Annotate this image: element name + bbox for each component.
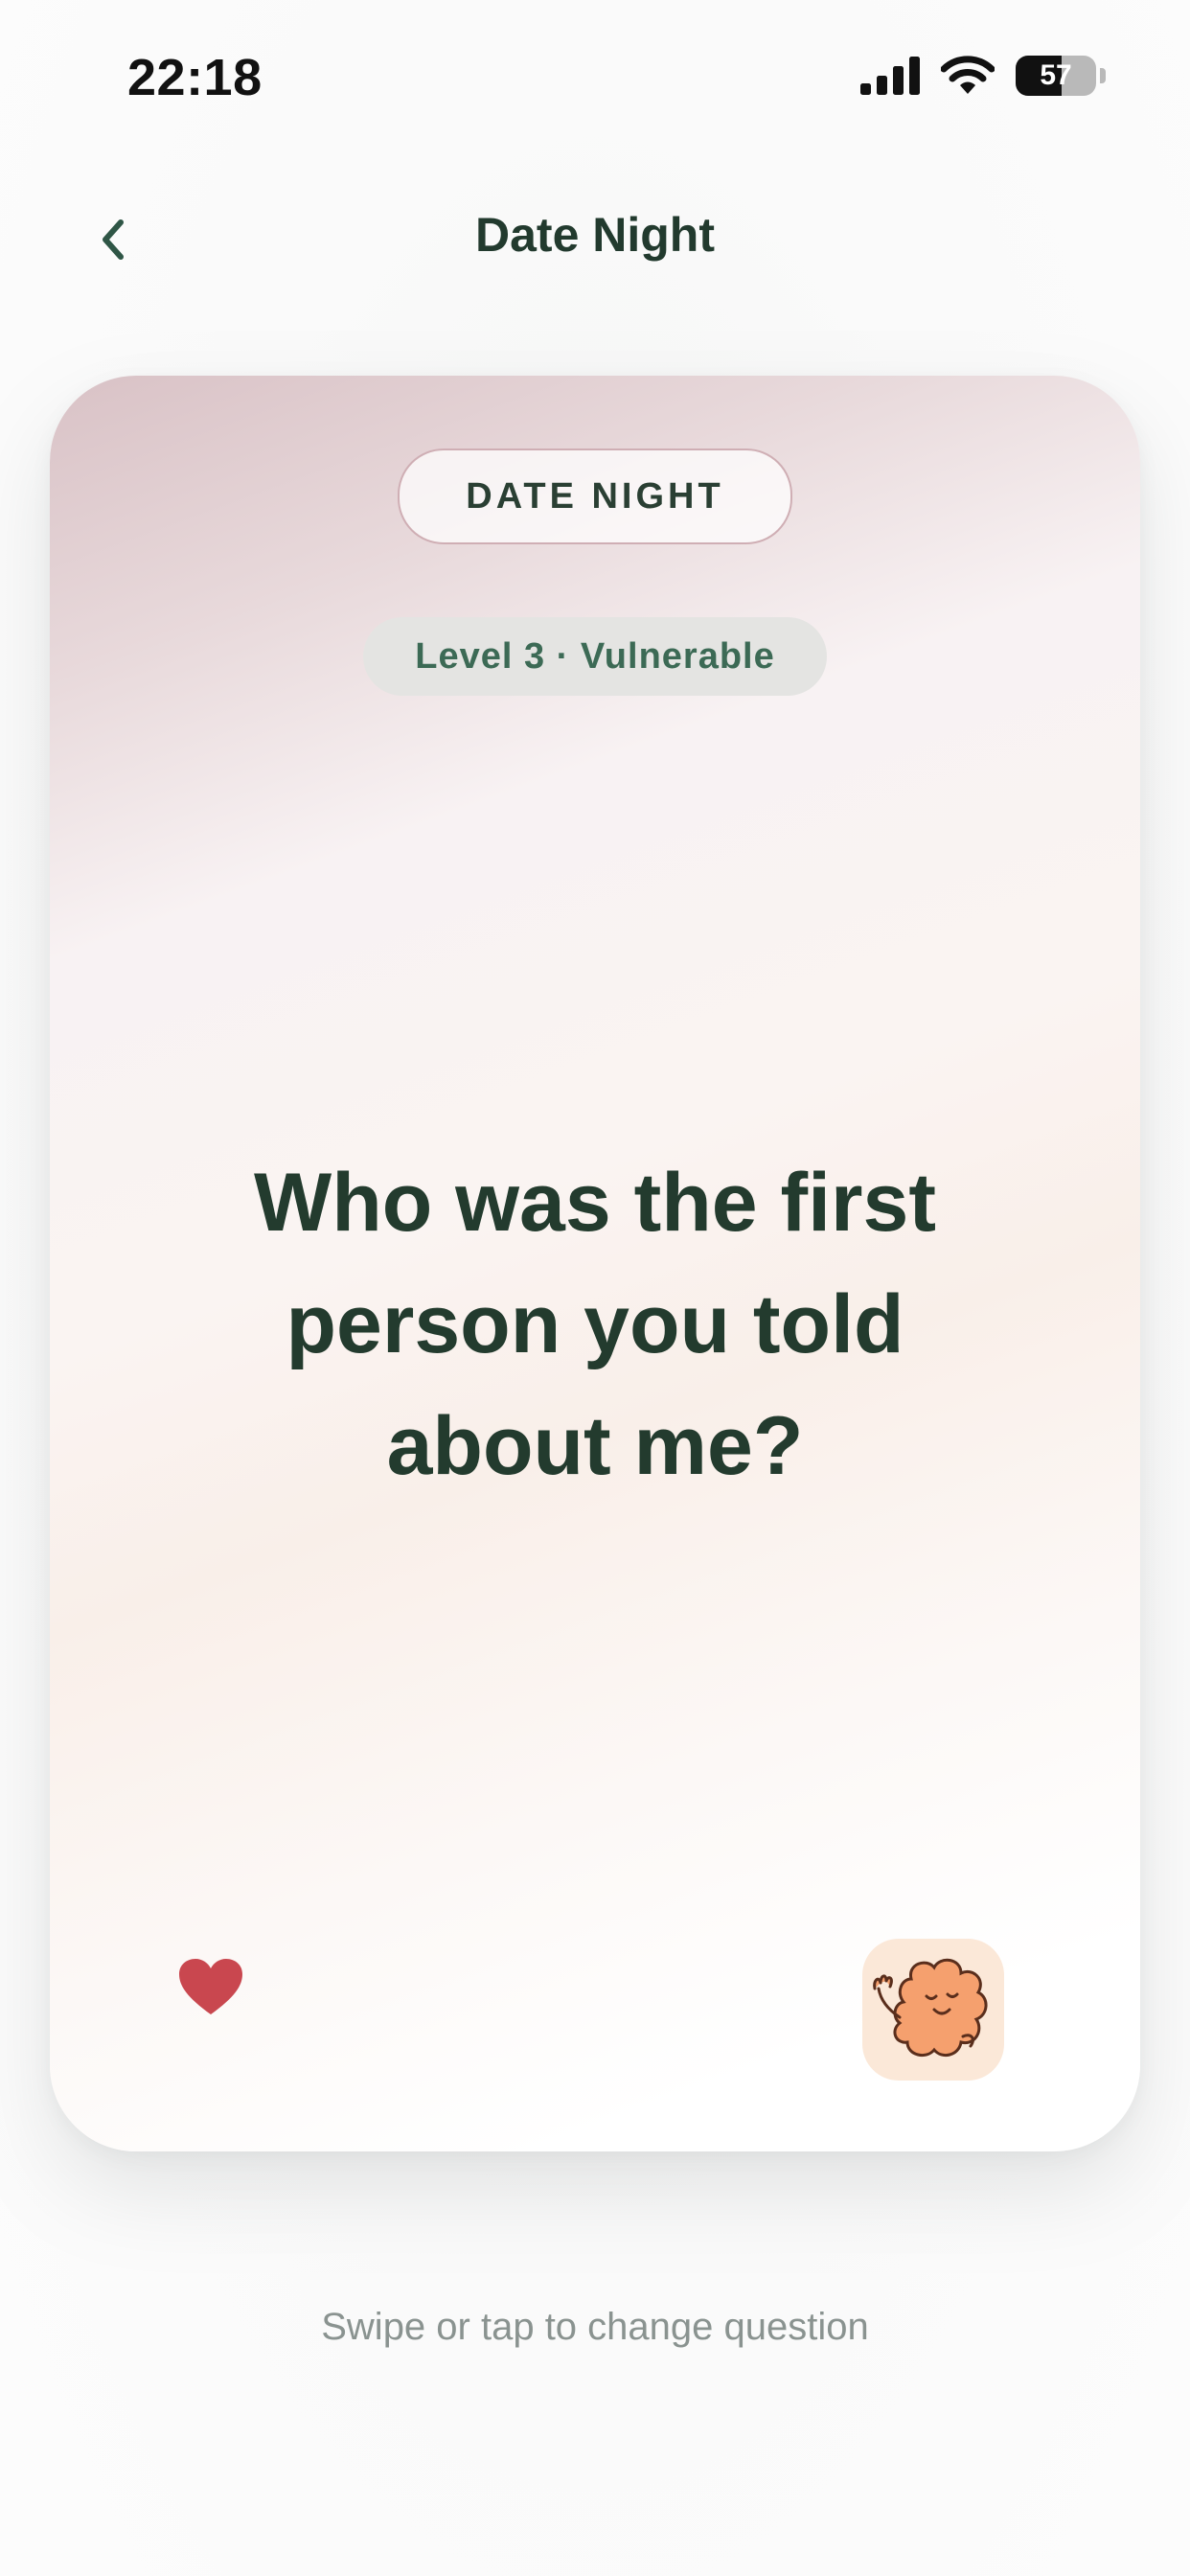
battery-icon: 57: [1016, 56, 1096, 96]
battery-tip: [1100, 68, 1106, 83]
swipe-hint: Swipe or tap to change question: [321, 2306, 869, 2348]
level-badge: Level 3 · Vulnerable: [363, 617, 827, 696]
wifi-icon: [941, 56, 995, 94]
cellular-signal-icon: [860, 57, 920, 95]
question-card[interactable]: DATE NIGHT Level 3 · Vulnerable Who was …: [50, 376, 1140, 2151]
question-text: Who was the first person you told about …: [254, 1157, 936, 1492]
status-time: 22:18: [127, 49, 263, 106]
mascot-avatar[interactable]: [862, 1939, 1004, 2081]
battery-level: 57: [1040, 59, 1072, 91]
mascot-icon: [873, 1958, 988, 2058]
status-icons: 57: [860, 56, 1106, 96]
page-title: Date Night: [475, 208, 715, 262]
heart-icon[interactable]: [177, 1957, 244, 2018]
deck-badge: DATE NIGHT: [398, 448, 792, 544]
status-bar: 22:18 57: [0, 0, 1190, 153]
navigation-bar: Date Night: [0, 182, 1190, 288]
